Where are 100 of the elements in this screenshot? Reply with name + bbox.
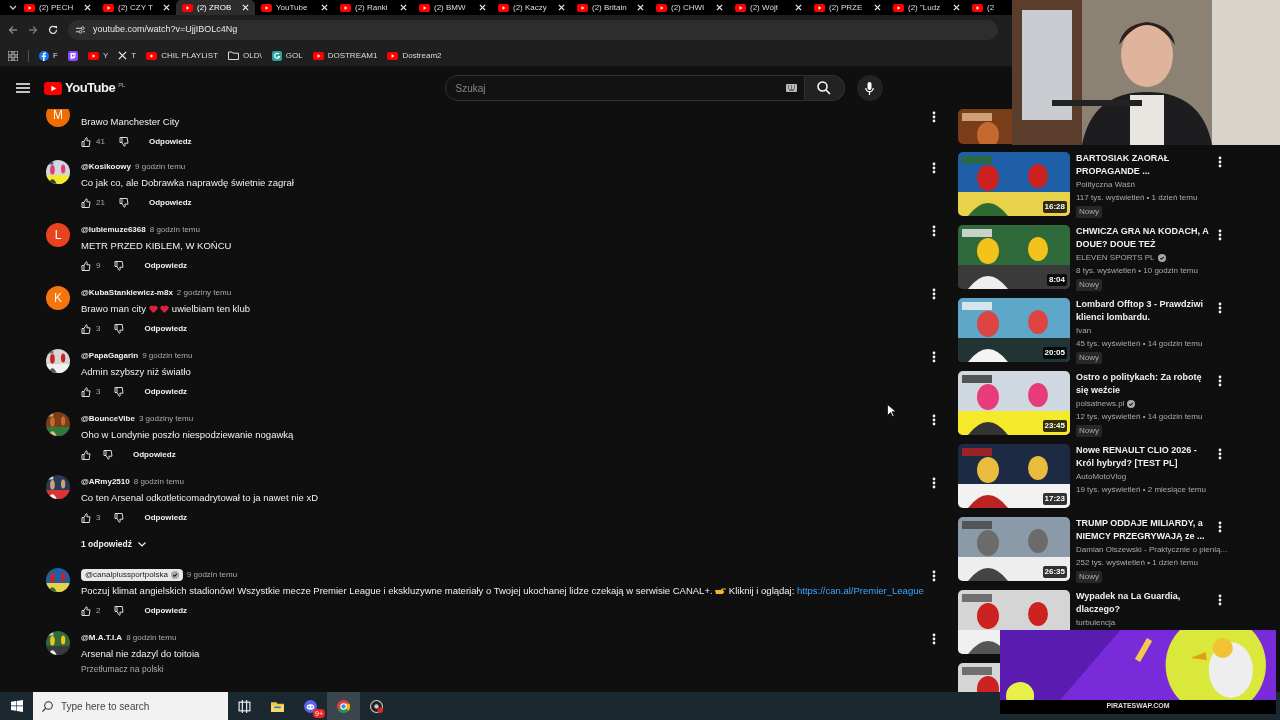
video-stats: 19 tys. wyświetleń • 2 miesiące temu [1076,484,1207,496]
reply-button[interactable]: Odpowiedz [138,603,194,619]
video-duration: 8:04 [1047,274,1067,286]
browser-tab[interactable]: (2) BMW [413,0,492,15]
reply-button[interactable]: Odpowiedz [142,195,198,211]
channel-name[interactable]: turbulencja [1076,617,1116,629]
reply-button[interactable]: Odpowiedz [142,134,198,150]
comment-text: Poczuj klimat angielskich stadionów! Wszystkie mecze Premier League i ekskluzywne materiały o Twojej ukochanej lidze czekają w serwisie CANAL+. Kliknij i oglądaj: https://can.al/Premier_League [81,584,924,598]
bookmark[interactable]: F [39,49,58,62]
browser-tab[interactable]: (2 [966,0,1012,15]
bookmark[interactable]: Y [87,49,109,62]
link[interactable]: https://can.al/Premier_League [797,585,924,596]
author-name[interactable]: @M.A.T.I.A [81,631,123,644]
comment-text: Oho w Londynie poszło niespodziewanie nogawką [81,428,294,442]
comment-text: Co jak co, ale Dobrawka naprawdę świetnie zagrał [81,176,294,190]
video-title[interactable]: Lombard Offtop 3 - Prawdziwi klienci lombardu. [1076,298,1216,324]
browser-tab[interactable]: (2) Wójt [729,0,808,15]
video-stats: 12 tys. wyświetleń • 14 godzin temu [1076,411,1204,423]
new-badge: Nowy [1076,279,1102,291]
channel-name[interactable]: polsatnews.pl [1076,398,1125,410]
like-count: 41 [96,136,105,148]
comment-text: Brawo man city uwielbiam ten klub [81,302,250,316]
comment-time[interactable]: 8 godzin temu [133,475,184,488]
bookmark[interactable]: T [118,49,137,62]
avatar[interactable]: L [46,223,70,247]
video-stats: 252 tys. wyświetleń • 1 dzień temu [1076,557,1199,569]
comment-time[interactable]: 9 godzin temu [135,160,186,173]
browser-tab[interactable]: (2) Ranki [334,0,413,15]
comment-time[interactable]: 8 godzin temu [126,631,177,644]
address-bar[interactable]: youtube.com/watch?v=UjjIBOLc4Ng [68,20,998,40]
browser-tab[interactable]: (2) "Ludz [887,0,966,15]
new-badge: Nowy [1076,571,1102,583]
reply-button[interactable]: Odpowiedz [138,510,194,526]
like-count: 3 [96,323,101,335]
reply-button[interactable]: Odpowiedz [138,384,194,400]
browser-tab[interactable]: (2) ZROB [176,0,255,15]
bookmark[interactable]: GOL [271,49,303,62]
browser-tab[interactable]: (2) Britain [571,0,650,15]
translate-link[interactable]: Przetłumacz na polski [81,663,958,676]
channel-name[interactable]: Ivan [1076,325,1092,337]
video-duration: 26:35 [1042,566,1067,578]
comment-time[interactable]: 9 godzin temu [186,568,238,581]
comment-text: Brawo Manchester City [81,115,180,129]
video-duration: 23:45 [1042,420,1067,432]
channel-name[interactable]: ELEVEN SPORTS PL [1076,252,1155,264]
video-stats: 45 tys. wyświetleń • 14 godzin temu [1076,338,1204,350]
like-count: 3 [96,512,101,524]
browser-tab[interactable]: (2) Kaczy [492,0,571,15]
comment-text: Admin szybszy niż światło [81,365,191,379]
browser-tab[interactable]: YouTube [255,0,334,15]
channel-name[interactable]: Damian Olszewski - Praktycznie o pienią... [1076,544,1228,556]
video-stats: 8 tys. wyświetleń • 10 godzin temu [1076,265,1199,277]
browser-tab[interactable]: (2) PECH [18,0,97,15]
new-badge: Nowy [1076,352,1102,364]
video-duration: 20:05 [1042,347,1067,359]
bookmark[interactable]: OLD\ [228,49,262,62]
like-count: 21 [96,197,105,209]
comment-time[interactable]: 3 godziny temu [138,412,194,425]
browser-tab[interactable]: (2) PRZE [808,0,887,15]
video-title[interactable]: TRUMP ODDAJE MILIARDY, a NIEMCY PRZEGRYWAJĄ ze ... [1076,517,1216,543]
comment-time[interactable]: 8 godzin temu [149,223,200,236]
author-name[interactable]: @BounceVibe [81,412,135,425]
new-badge: Nowy [1076,425,1102,437]
comment-text: Co ten Arsenal odkotleticomadrytował to ja nawet nie xD [81,491,319,505]
like-count: 3 [96,386,101,398]
reply-button[interactable]: Odpowiedz [138,321,194,337]
channel-name[interactable]: AutoMotoVlog [1076,471,1127,483]
comment-time[interactable]: 2 godziny temu [176,286,232,299]
author-name[interactable]: @Kosikoowy [81,160,132,173]
video-title[interactable]: Nowe RENAULT CLIO 2026 - Król hybryd? [TEST PL] [1076,444,1216,470]
reply-button[interactable]: Odpowiedz [127,447,182,463]
author-name[interactable]: @ARmy2510 [81,475,130,488]
video-duration: 16:28 [1042,201,1067,213]
taskbar-search-field[interactable]: Type here to search [33,692,228,720]
browser-tab[interactable]: (2) CZY T [97,0,176,15]
comment-text: Arsenal nie zdazyl do toitoia [81,647,200,661]
video-title[interactable]: CHWICZA GRA NA KODACH, A DOUE? DOUE TEŻ [1076,225,1216,251]
bookmark[interactable]: DOSTREAM1 [312,49,378,62]
new-badge: Nowy [1076,206,1102,218]
video-title[interactable]: Wypadek na La Guardia, dlaczego? [1076,590,1216,616]
comment-text: METR PRZED KIBLEM, W KOŃCU [81,239,232,253]
youtube-logo[interactable]: YouTube $^{PL}$ [44,78,125,98]
channel-name[interactable]: Polityczna Waśń [1076,179,1135,191]
author-name[interactable]: @canalplussportpolska [81,568,183,581]
reply-button[interactable]: Odpowiedz [138,258,194,274]
replies-toggle[interactable]: 1 odpowiedź [81,536,146,553]
search-field[interactable]: Szukaj [444,75,805,101]
bookmark[interactable]: CHIL PLAYLIST [146,49,219,62]
bookmark[interactable]: Dostream2 [387,49,442,62]
video-duration: 17:23 [1042,493,1067,505]
video-title[interactable]: Ostro o politykach: Za robotę się weźcie [1076,371,1216,397]
comment-time[interactable]: 9 godzin temu [142,349,193,362]
browser-tab[interactable]: (2) CHWI [650,0,729,15]
like-count: 2 [96,605,101,617]
video-title[interactable]: BARTOSIAK ZAORAŁ PROPAGANDE ... [1076,152,1216,178]
author-name[interactable]: @lubiemuze6368 [81,223,146,236]
video-stats: 117 tys. wyświetleń • 1 dzień temu [1076,192,1199,204]
like-count: 9 [96,260,101,272]
author-name[interactable]: @KubaStankiewicz-m8x [81,286,173,299]
author-name[interactable]: @PapaGagarin [81,349,139,362]
